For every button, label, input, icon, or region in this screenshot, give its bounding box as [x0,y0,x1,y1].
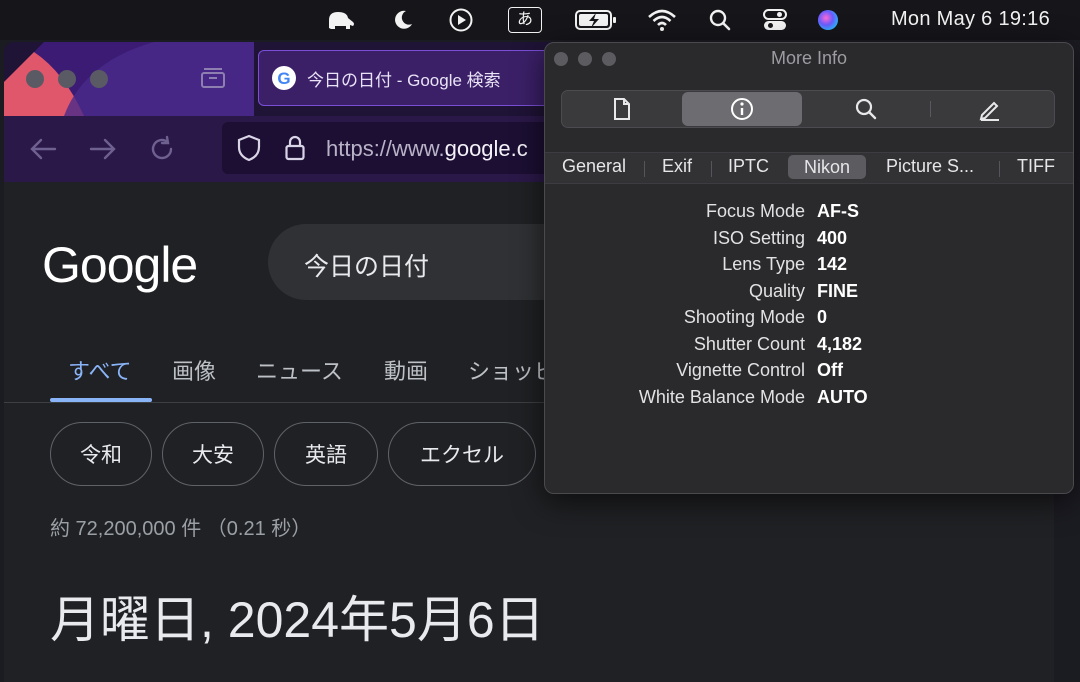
tab-separator [711,161,712,177]
results-tab-news[interactable]: ニュース [256,354,343,386]
tab-google-search[interactable]: G 今日の日付 - Google 検索 [258,50,558,106]
tab-iptc[interactable]: IPTC [728,156,769,177]
control-center-icon[interactable] [760,6,790,34]
reload-icon[interactable] [148,135,176,168]
result-count: 約 72,200,000 件 （0.21 秒） [50,518,312,540]
back-arrow-icon[interactable] [28,136,58,167]
tab-separator [644,161,645,177]
siri-icon[interactable] [814,6,842,34]
google-favicon-icon: G [271,65,297,91]
metadata-row: Lens Type 142 [545,254,1073,280]
chip-excel[interactable]: エクセル [388,422,536,486]
metadata-key: Lens Type [722,254,805,274]
metadata-row: Vignette Control Off [545,360,1073,386]
url-text: https://www.google.c [326,136,528,162]
metadata-value: 400 [817,227,848,248]
lock-icon[interactable] [284,134,306,167]
metadata-row: Focus Mode AF-S [545,201,1073,227]
results-tab-images[interactable]: 画像 [172,354,216,386]
metadata-row: Shutter Count 4,182 [545,334,1073,360]
forward-arrow-icon[interactable] [88,136,118,167]
metadata-value: AF-S [817,201,859,221]
chip-taian[interactable]: 大安 [162,422,264,486]
input-method-icon[interactable]: あ [506,6,544,34]
results-tab-videos[interactable]: 動画 [384,354,428,386]
tab-tiff[interactable]: TIFF [1017,156,1055,177]
date-answer: 月曜日, 2024年5月6日 [50,592,545,648]
metadata-key: White Balance Mode [638,386,805,407]
metadata-key: ISO Setting [712,227,805,248]
metadata-row: Shooting Mode 0 [545,307,1073,333]
info-icon[interactable] [682,92,802,126]
elephant-icon[interactable] [322,6,358,34]
tab-groups-icon[interactable] [200,67,226,94]
metadata-value: FINE [817,280,859,301]
metadata-key: Vignette Control [676,360,805,380]
chip-reiwa[interactable]: 令和 [50,422,152,486]
search-icon[interactable] [706,6,734,34]
metadata-value: AUTO [817,386,868,407]
metadata-value: 0 [817,307,828,327]
metadata-key: Focus Mode [705,201,805,221]
moon-icon[interactable] [388,6,418,34]
metadata-row: Quality FINE [545,281,1073,307]
metadata-key: Shutter Count [693,333,805,354]
metadata-row: ISO Setting 400 [545,228,1073,254]
tab-general[interactable]: General [562,156,626,177]
metadata-row: White Balance Mode AUTO [545,387,1073,413]
tab-picture-style[interactable]: Picture S... [886,156,974,177]
tab-nikon[interactable]: Nikon [788,155,867,179]
results-tab-shopping[interactable]: ショッピ [468,354,556,386]
tab-separator [999,161,1000,177]
more-info-panel: More Info General Exif IPTC Nikon Pictur… [544,42,1074,494]
url-prefix: https://www. [326,136,445,161]
window-close-button[interactable] [26,70,44,88]
metadata-value: 142 [817,254,848,274]
input-method-label: あ [508,7,542,33]
shield-icon[interactable] [236,134,262,167]
pencil-icon[interactable] [930,92,1050,126]
svg-text:G: G [277,69,290,88]
magnifier-icon[interactable] [806,92,926,126]
chip-english[interactable]: 英語 [274,422,378,486]
tab-exif[interactable]: Exif [662,156,692,177]
google-logo[interactable]: Google [42,236,198,294]
metadata-value: 4,182 [817,333,863,354]
more-info-title: More Info [770,48,848,68]
search-query: 今日の日付 [304,253,430,281]
more-info-titlebar: More Info [545,43,1073,75]
metadata-key: Quality [748,280,805,301]
metadata-value: Off [817,360,843,380]
window-zoom-button[interactable] [90,70,108,88]
inspector-toolbar [561,90,1055,128]
url-domain: google.c [444,136,528,161]
wifi-icon[interactable] [646,6,678,34]
window-minimize-button[interactable] [58,70,76,88]
results-tab-all[interactable]: すべて [68,354,132,386]
menubar-clock[interactable]: Mon May 6 19:16 [891,8,1050,31]
document-icon[interactable] [562,92,682,126]
play-circle-icon[interactable] [446,6,476,34]
metadata-tabs: General Exif IPTC Nikon Picture S... TIF… [545,152,1073,184]
metadata-key: Shooting Mode [683,307,805,327]
battery-icon[interactable] [574,6,618,34]
tab-title: 今日の日付 - Google 検索 [307,70,501,90]
menu-bar: あ Mon May 6 19:16 [0,0,1080,40]
